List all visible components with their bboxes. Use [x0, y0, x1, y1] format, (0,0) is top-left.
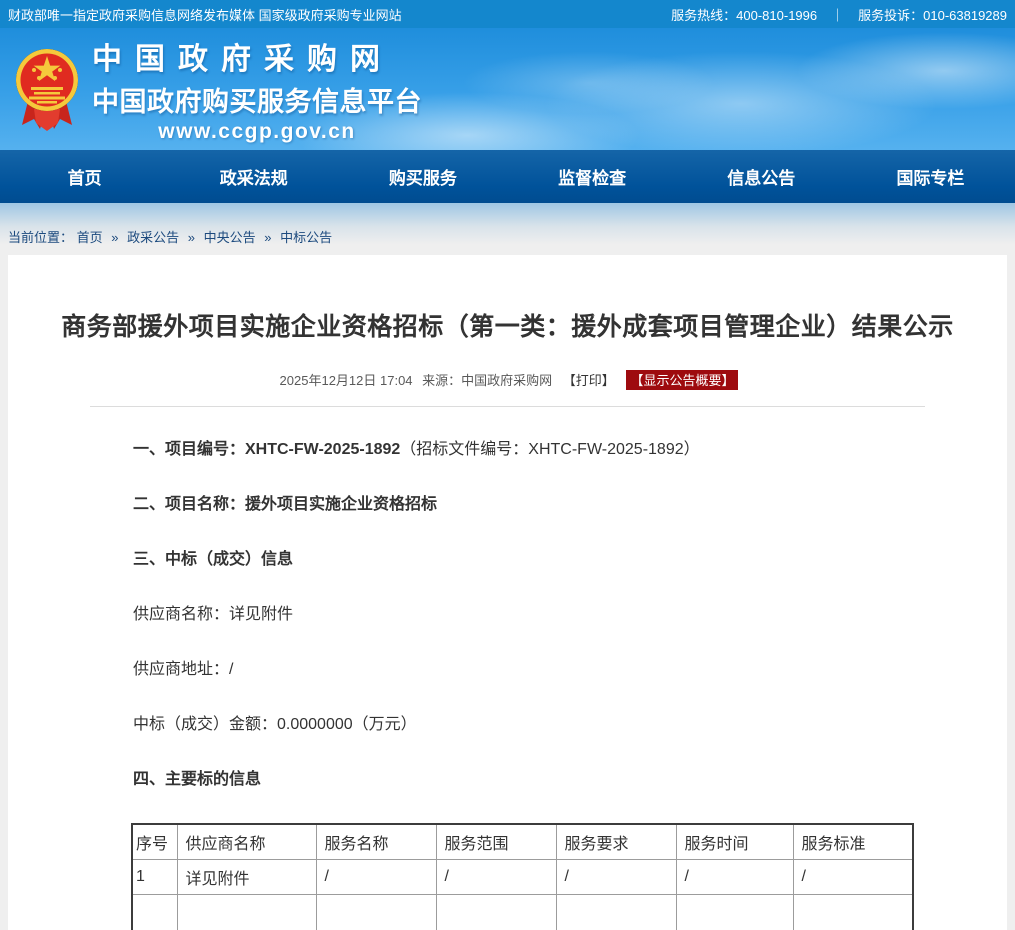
breadcrumb-item-central[interactable]: 中央公告 [204, 230, 256, 245]
site-name: 中国政府采购网 [92, 34, 422, 78]
cell-service-std [793, 895, 913, 930]
col-header-service-time: 服务时间 [676, 824, 793, 860]
show-summary-button[interactable]: 【显示公告概要】 [626, 370, 738, 390]
cell-service-scope: / [436, 860, 556, 895]
breadcrumb: 当前位置： 首页 » 政采公告 » 中央公告 » 中标公告 [8, 230, 332, 245]
top-utility-bar: 财政部唯一指定政府采购信息网络发布媒体 国家级政府采购专业网站 服务热线：400… [0, 0, 1015, 28]
article-body: 一、项目编号：XHTC-FW-2025-1892（招标文件编号：XHTC-FW-… [133, 440, 1007, 790]
cell-service-req [556, 895, 676, 930]
paragraph-project-number: 一、项目编号：XHTC-FW-2025-1892（招标文件编号：XHTC-FW-… [133, 440, 1007, 460]
nav-item-regulations[interactable]: 政采法规 [169, 150, 338, 203]
col-header-service-req: 服务要求 [556, 824, 676, 860]
service-hotline: 服务热线：400-810-1996 [671, 5, 817, 24]
logo-text-block: 中国政府采购网 中国政府购买服务信息平台 www.ccgp.gov.cn [92, 34, 422, 144]
cell-service-name: / [316, 860, 436, 895]
cell-service-time [676, 895, 793, 930]
cell-service-scope [436, 895, 556, 930]
paragraph-project-name: 二、项目名称：援外项目实施企业资格招标 [133, 495, 1007, 515]
breadcrumb-separator: » [188, 230, 195, 245]
nav-item-home[interactable]: 首页 [0, 150, 169, 203]
paragraph-supplier-address: 供应商地址：/ [133, 660, 1007, 680]
breadcrumb-item-notices[interactable]: 政采公告 [127, 230, 179, 245]
site-url: www.ccgp.gov.cn [92, 120, 422, 144]
nav-item-purchase[interactable]: 购买服务 [338, 150, 507, 203]
cell-service-std: / [793, 860, 913, 895]
cell-service-name [316, 895, 436, 930]
cell-service-req: / [556, 860, 676, 895]
national-emblem-icon [14, 43, 80, 135]
main-subject-table: 序号 供应商名称 服务名称 服务范围 服务要求 服务时间 服务标准 1 详见附件… [131, 823, 914, 930]
topbar-contacts: 服务热线：400-810-1996 ｜ 服务投诉：010-63819289 [671, 5, 1007, 24]
breadcrumb-item-home[interactable]: 首页 [77, 230, 103, 245]
cell-service-time: / [676, 860, 793, 895]
col-header-service-name: 服务名称 [316, 824, 436, 860]
paragraph-supplier-name: 供应商名称：详见附件 [133, 605, 1007, 625]
meta-divider [90, 406, 925, 407]
site-header: 中国政府采购网 中国政府购买服务信息平台 www.ccgp.gov.cn [0, 28, 1015, 150]
page-title: 商务部援外项目实施企业资格招标（第一类：援外成套项目管理企业）结果公示 [48, 307, 967, 343]
article-container: 商务部援外项目实施企业资格招标（第一类：援外成套项目管理企业）结果公示 2025… [8, 255, 1007, 930]
table-header-row: 序号 供应商名称 服务名称 服务范围 服务要求 服务时间 服务标准 [132, 824, 913, 860]
col-header-seq: 序号 [132, 824, 177, 860]
breadcrumb-item-award[interactable]: 中标公告 [280, 230, 332, 245]
site-slogan: 财政部唯一指定政府采购信息网络发布媒体 国家级政府采购专业网站 [8, 5, 402, 24]
nav-item-international[interactable]: 国际专栏 [846, 150, 1015, 203]
main-nav: 首页 政采法规 购买服务 监督检查 信息公告 国际专栏 [0, 150, 1015, 203]
breadcrumb-separator: » [111, 230, 118, 245]
publish-datetime: 2025年12月12日 17:04 [280, 373, 413, 388]
article-source: 来源：中国政府采购网 [422, 373, 552, 388]
table-row: 1 详见附件 / / / / / [132, 860, 913, 895]
cell-seq [132, 895, 177, 930]
breadcrumb-separator: » [264, 230, 271, 245]
breadcrumb-strip: 当前位置： 首页 » 政采公告 » 中央公告 » 中标公告 [0, 203, 1015, 255]
article-meta: 2025年12月12日 17:04 来源：中国政府采购网 【打印】 【显示公告概… [8, 370, 1007, 389]
nav-item-announcements[interactable]: 信息公告 [677, 150, 846, 203]
cell-supplier-name [177, 895, 316, 930]
paragraph-award-info-heading: 三、中标（成交）信息 [133, 550, 1007, 570]
table-row [132, 895, 913, 930]
cell-seq: 1 [132, 860, 177, 895]
col-header-service-std: 服务标准 [793, 824, 913, 860]
topbar-divider: ｜ [831, 5, 844, 24]
site-subtitle: 中国政府购买服务信息平台 [92, 80, 422, 119]
col-header-service-scope: 服务范围 [436, 824, 556, 860]
print-button[interactable]: 【打印】 [563, 373, 615, 388]
service-complaint: 服务投诉：010-63819289 [858, 5, 1007, 24]
paragraph-main-subject-heading: 四、主要标的信息 [133, 770, 1007, 790]
paragraph-award-amount: 中标（成交）金额：0.0000000（万元） [133, 715, 1007, 735]
breadcrumb-prefix: 当前位置： [8, 230, 73, 245]
col-header-supplier-name: 供应商名称 [177, 824, 316, 860]
nav-item-supervision[interactable]: 监督检查 [508, 150, 677, 203]
cell-supplier-name: 详见附件 [177, 860, 316, 895]
site-logo[interactable]: 中国政府采购网 中国政府购买服务信息平台 www.ccgp.gov.cn [14, 34, 422, 144]
